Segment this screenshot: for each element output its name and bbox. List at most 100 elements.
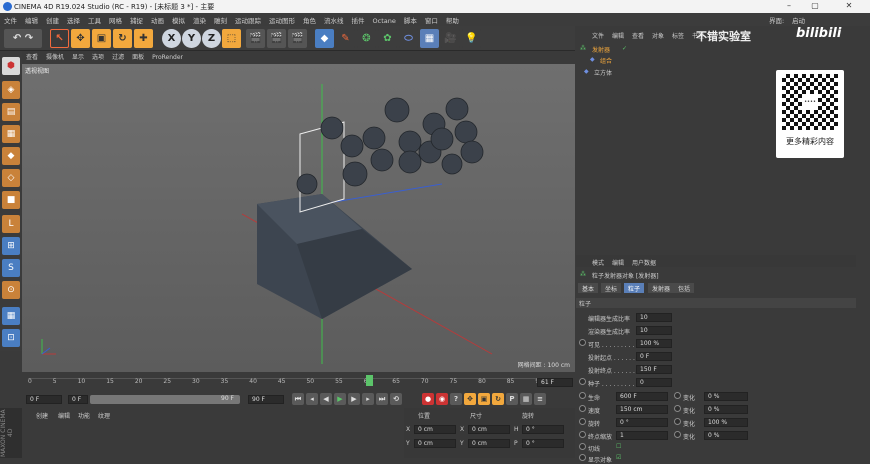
pos-y-field[interactable]: 0 cm <box>414 439 456 448</box>
playhead[interactable] <box>366 375 373 386</box>
menu-simulate[interactable]: 模拟 <box>168 13 189 25</box>
om-menu-view[interactable]: 查看 <box>632 31 644 40</box>
next-frame-icon[interactable]: ▶ <box>348 393 360 405</box>
pen-icon[interactable]: ✎ <box>336 29 355 48</box>
size-y-field[interactable]: 0 cm <box>468 439 510 448</box>
prev-frame-icon[interactable]: ◀ <box>320 393 332 405</box>
speed-var-anim-dot[interactable] <box>674 405 681 412</box>
menu-mesh[interactable]: 网格 <box>105 13 126 25</box>
menu-edit[interactable]: 编辑 <box>21 13 42 25</box>
menu-window[interactable]: 窗口 <box>421 13 442 25</box>
subdivision-icon[interactable]: ❂ <box>357 29 376 48</box>
rotation-anim-dot[interactable] <box>579 418 586 425</box>
x-axis-button[interactable]: X <box>162 29 181 48</box>
attr-menu-edit[interactable]: 编辑 <box>612 258 624 267</box>
snap-icon[interactable]: S <box>2 259 20 277</box>
live-select-icon[interactable]: ↖ <box>50 29 69 48</box>
end-frame-field[interactable]: 90 F <box>248 395 284 404</box>
vp-menu-prorender[interactable]: ProRender <box>148 53 187 62</box>
lifetime-var-field[interactable]: 0 % <box>704 392 748 401</box>
vp-menu-camera[interactable]: 摄像机 <box>42 51 68 62</box>
mat-menu-create[interactable]: 创建 <box>36 411 48 420</box>
layout-select[interactable]: 启动 <box>788 13 809 25</box>
visibility-field[interactable]: 100 % <box>636 339 672 348</box>
object-row-emitter[interactable]: ⁂ 发射器 ✓ <box>580 44 690 54</box>
menu-plugins[interactable]: 插件 <box>348 13 369 25</box>
mat-menu-edit[interactable]: 编辑 <box>58 411 70 420</box>
prev-key-icon[interactable]: ◂ <box>306 393 318 405</box>
undo-icon[interactable]: ↶ ↷ <box>4 29 42 48</box>
key-pla-icon[interactable]: ▦ <box>520 393 532 405</box>
current-frame-field[interactable]: 61 F <box>537 378 573 387</box>
menu-help[interactable]: 帮助 <box>442 13 463 25</box>
attr-menu-userdata[interactable]: 用户数据 <box>632 258 656 267</box>
loop-icon[interactable]: ⟲ <box>390 393 402 405</box>
object-row-child[interactable]: ◆ 组合 <box>590 55 690 65</box>
scale-icon[interactable]: ▣ <box>92 29 111 48</box>
vp-menu-filter[interactable]: 过滤 <box>108 51 128 62</box>
vp-menu-view[interactable]: 查看 <box>22 51 42 62</box>
menu-pipeline[interactable]: 流水线 <box>320 13 348 25</box>
menu-tools[interactable]: 工具 <box>84 13 105 25</box>
speed-var-field[interactable]: 0 % <box>704 405 748 414</box>
key-position-icon[interactable]: ✥ <box>464 393 476 405</box>
recent-tools-icon[interactable]: ✚ <box>134 29 153 48</box>
model-mode-icon[interactable]: ◈ <box>2 81 20 99</box>
key-rotation-icon[interactable]: ↻ <box>492 393 504 405</box>
key-scale-icon[interactable]: ▣ <box>478 393 490 405</box>
timeline[interactable]: 051015202530354045505560657075808590 61 … <box>22 374 575 392</box>
tweak-icon[interactable]: ⊞ <box>2 237 20 255</box>
menu-render[interactable]: 渲染 <box>189 13 210 25</box>
vp-menu-options[interactable]: 选项 <box>88 51 108 62</box>
range-start-field[interactable]: 0 F <box>68 395 88 404</box>
menu-octane[interactable]: Octane <box>369 15 400 25</box>
visibility-check-icon[interactable]: ✓ <box>622 45 627 52</box>
menu-script[interactable]: 脚本 <box>400 13 421 25</box>
emit-start-field[interactable]: 0 F <box>636 352 672 361</box>
menu-sculpt[interactable]: 雕刻 <box>210 13 231 25</box>
texture-mode-icon[interactable]: ▤ <box>2 103 20 121</box>
rotation-var-anim-dot[interactable] <box>674 418 681 425</box>
camera-icon[interactable]: 🎥 <box>441 29 460 48</box>
record-icon[interactable]: ● <box>422 393 434 405</box>
menu-snap[interactable]: 捕捉 <box>126 13 147 25</box>
floor-icon[interactable]: ▦ <box>420 29 439 48</box>
points-mode-icon[interactable]: ◆ <box>2 147 20 165</box>
tab-basic[interactable]: 基本 <box>578 283 599 293</box>
end-scale-var-field[interactable]: 0 % <box>704 431 748 440</box>
emit-end-field[interactable]: 150 F <box>636 365 672 374</box>
start-frame-field[interactable]: 0 F <box>26 395 62 404</box>
attr-menu-mode[interactable]: 模式 <box>592 258 604 267</box>
close-button[interactable]: ✕ <box>838 1 860 12</box>
keyframe-selection-icon[interactable]: ? <box>450 393 462 405</box>
mat-menu-function[interactable]: 功能 <box>78 411 90 420</box>
speed-anim-dot[interactable] <box>579 405 586 412</box>
play-icon[interactable]: ▶ <box>334 393 346 405</box>
tab-coord[interactable]: 坐标 <box>601 283 622 293</box>
rotation-field[interactable]: 0 ° <box>616 418 668 427</box>
render-view-icon[interactable]: 🎬 <box>246 29 265 48</box>
menu-mograph[interactable]: 运动图形 <box>265 13 299 25</box>
om-menu-file[interactable]: 文件 <box>592 31 604 40</box>
cloner-icon[interactable]: ✿ <box>378 29 397 48</box>
quantize-icon[interactable]: ⊡ <box>2 329 20 347</box>
mat-menu-texture[interactable]: 纹理 <box>98 411 110 420</box>
seed-field[interactable]: 0 <box>636 378 672 387</box>
vp-menu-panel[interactable]: 面板 <box>128 51 148 62</box>
move-icon[interactable]: ✥ <box>71 29 90 48</box>
speed-field[interactable]: 150 cm <box>616 405 668 414</box>
lifetime-var-anim-dot[interactable] <box>674 392 681 399</box>
goto-end-icon[interactable]: ⏭ <box>376 393 388 405</box>
z-axis-button[interactable]: Z <box>202 29 221 48</box>
lifetime-anim-dot[interactable] <box>579 392 586 399</box>
seed-anim-dot[interactable] <box>579 378 586 385</box>
light-icon[interactable]: 💡 <box>462 29 481 48</box>
end-scale-var-anim-dot[interactable] <box>674 431 681 438</box>
om-menu-edit[interactable]: 编辑 <box>612 31 624 40</box>
goto-start-icon[interactable]: ⏮ <box>292 393 304 405</box>
next-key-icon[interactable]: ▸ <box>362 393 374 405</box>
om-menu-object[interactable]: 对象 <box>652 31 664 40</box>
tab-emitter[interactable]: 发射器 <box>648 283 675 293</box>
lifetime-field[interactable]: 600 F <box>616 392 668 401</box>
editor-rate-field[interactable]: 10 <box>636 313 672 322</box>
